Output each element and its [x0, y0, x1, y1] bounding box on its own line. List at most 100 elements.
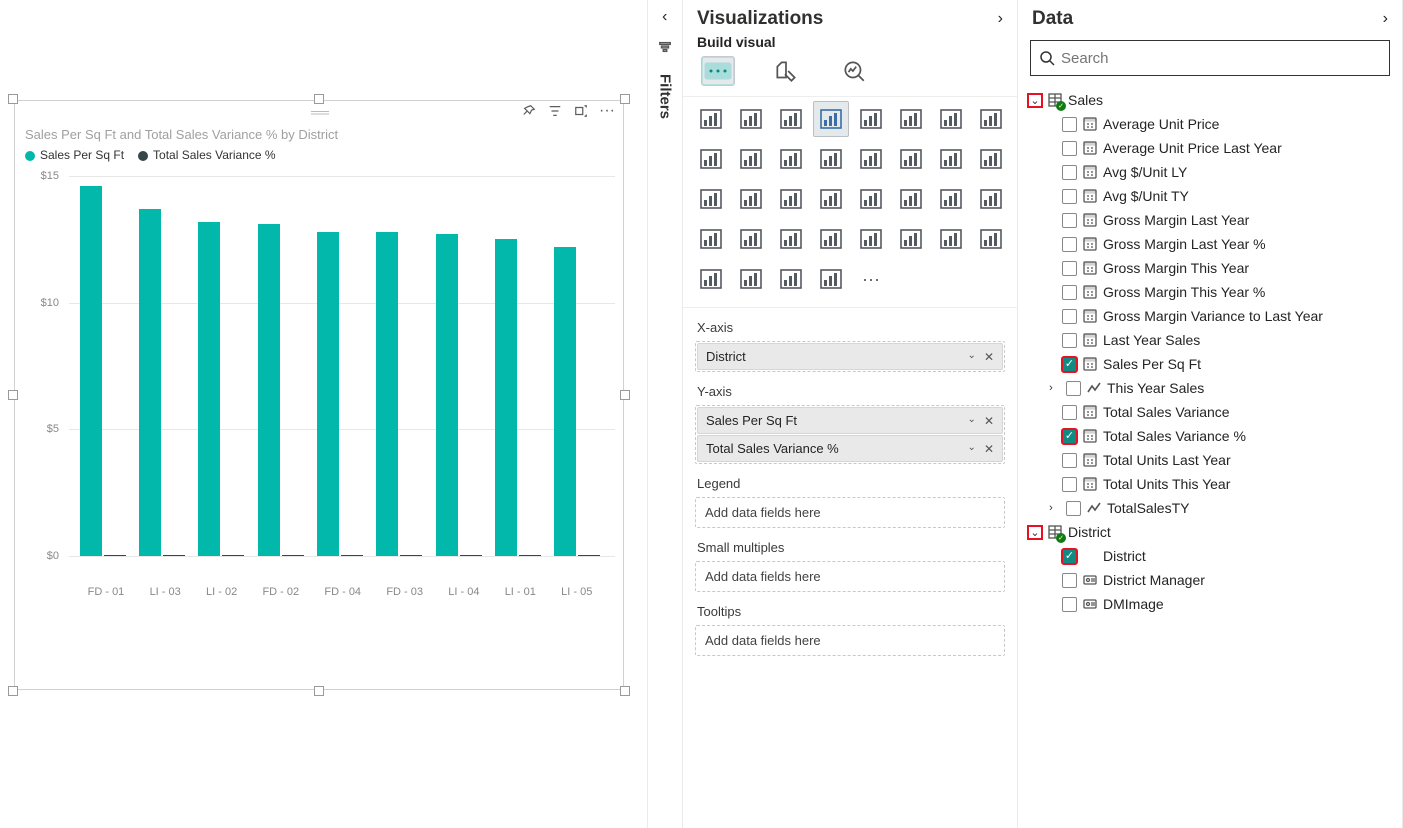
- pill-sales-sqft[interactable]: Sales Per Sq Ft⌄✕: [697, 407, 1003, 434]
- checkbox[interactable]: [1062, 573, 1077, 588]
- field-gross-margin-this-year-[interactable]: Gross Margin This Year %: [1022, 280, 1402, 304]
- bar-series2[interactable]: [400, 555, 422, 556]
- viz-type-kpi[interactable]: [693, 221, 729, 257]
- field-average-unit-price[interactable]: Average Unit Price: [1022, 112, 1402, 136]
- field-gross-margin-last-year-[interactable]: Gross Margin Last Year %: [1022, 232, 1402, 256]
- bar-series2[interactable]: [341, 555, 363, 556]
- checkbox[interactable]: [1066, 501, 1081, 516]
- checkbox[interactable]: [1062, 309, 1077, 324]
- field-total-units-this-year[interactable]: Total Units This Year: [1022, 472, 1402, 496]
- bar-group[interactable]: [312, 232, 367, 556]
- chevron-down-icon[interactable]: ⌄: [968, 442, 976, 456]
- viz-type-azure-map[interactable]: [853, 181, 889, 217]
- viz-type-treemap[interactable]: [733, 181, 769, 217]
- well-xaxis[interactable]: District⌄✕: [695, 341, 1005, 372]
- collapse-data-icon[interactable]: ›: [1383, 10, 1388, 28]
- bar-group[interactable]: [490, 239, 545, 556]
- viz-type-clustered-bar[interactable]: [733, 101, 769, 137]
- tab-build[interactable]: [701, 56, 735, 86]
- viz-type-filled-map[interactable]: [813, 181, 849, 217]
- checkbox[interactable]: [1062, 405, 1077, 420]
- field-last-year-sales[interactable]: Last Year Sales: [1022, 328, 1402, 352]
- table-sales[interactable]: ⌄✓Sales: [1022, 88, 1402, 112]
- checkbox[interactable]: [1062, 117, 1077, 132]
- bar-series2[interactable]: [460, 555, 482, 556]
- field-average-unit-price-last-year[interactable]: Average Unit Price Last Year: [1022, 136, 1402, 160]
- remove-icon[interactable]: ✕: [984, 414, 994, 428]
- viz-type-gauge[interactable]: [893, 181, 929, 217]
- field-gross-margin-variance-to-last-year[interactable]: Gross Margin Variance to Last Year: [1022, 304, 1402, 328]
- viz-type-stacked-100[interactable]: [893, 101, 929, 137]
- field-total-units-last-year[interactable]: Total Units Last Year: [1022, 448, 1402, 472]
- bar-series1[interactable]: [495, 239, 517, 556]
- bar-group[interactable]: [253, 224, 308, 556]
- viz-type-card[interactable]: [933, 181, 969, 217]
- well-yaxis[interactable]: Sales Per Sq Ft⌄✕ Total Sales Variance %…: [695, 405, 1005, 464]
- bar-series2[interactable]: [222, 555, 244, 556]
- drag-handle-icon[interactable]: ══: [311, 104, 327, 120]
- viz-type-r-visual[interactable]: [853, 221, 889, 257]
- tab-analytics[interactable]: [837, 56, 871, 86]
- bar-series1[interactable]: [80, 186, 102, 556]
- bar-series1[interactable]: [376, 232, 398, 556]
- checkbox[interactable]: [1062, 189, 1077, 204]
- checkbox[interactable]: [1062, 477, 1077, 492]
- chevron-down-icon[interactable]: ⌄: [968, 414, 976, 428]
- viz-type-funnel[interactable]: [893, 141, 929, 177]
- field-this-year-sales[interactable]: ›This Year Sales: [1022, 376, 1402, 400]
- checkbox[interactable]: [1062, 597, 1077, 612]
- bar-series1[interactable]: [317, 232, 339, 556]
- viz-type-stacked-bar-h[interactable]: [773, 101, 809, 137]
- viz-type-map[interactable]: [773, 181, 809, 217]
- viz-type-stacked-bar[interactable]: [693, 101, 729, 137]
- checkbox[interactable]: [1062, 453, 1077, 468]
- viz-type-power-automate[interactable]: [813, 261, 849, 297]
- checkbox[interactable]: [1062, 285, 1077, 300]
- remove-icon[interactable]: ✕: [984, 442, 994, 456]
- viz-type-ribbon[interactable]: [813, 141, 849, 177]
- viz-type-multi-card[interactable]: [973, 181, 1009, 217]
- chevron-down-icon[interactable]: ⌄: [968, 350, 976, 364]
- checkbox[interactable]: [1062, 237, 1077, 252]
- more-icon[interactable]: ···: [599, 103, 615, 119]
- viz-type-power-apps[interactable]: [773, 261, 809, 297]
- bar-group[interactable]: [75, 186, 130, 556]
- bar-series2[interactable]: [282, 555, 304, 556]
- viz-type-line[interactable]: [933, 101, 969, 137]
- focus-icon[interactable]: [573, 103, 589, 119]
- field-totalsalesty[interactable]: ›TotalSalesTY: [1022, 496, 1402, 520]
- viz-type-key-influencers[interactable]: [933, 221, 969, 257]
- bar-series2[interactable]: [519, 555, 541, 556]
- caret-icon[interactable]: ›: [1044, 382, 1058, 394]
- viz-type-waterfall[interactable]: [853, 141, 889, 177]
- caret-icon[interactable]: ›: [1044, 502, 1058, 514]
- viz-type-line-clustered[interactable]: [773, 141, 809, 177]
- bar-series2[interactable]: [163, 555, 185, 556]
- field-avg-unit-ty[interactable]: Avg $/Unit TY: [1022, 184, 1402, 208]
- bar-series2[interactable]: [104, 555, 126, 556]
- remove-icon[interactable]: ✕: [984, 350, 994, 364]
- viz-type-pie[interactable]: [973, 141, 1009, 177]
- checkbox[interactable]: [1062, 165, 1077, 180]
- bar-group[interactable]: [431, 234, 486, 556]
- bar-series1[interactable]: [554, 247, 576, 556]
- checkbox[interactable]: [1062, 549, 1077, 564]
- checkbox[interactable]: [1062, 261, 1077, 276]
- bar-series1[interactable]: [436, 234, 458, 556]
- bar-group[interactable]: [372, 232, 427, 556]
- viz-type-scatter[interactable]: [933, 141, 969, 177]
- field-avg-unit-ly[interactable]: Avg $/Unit LY: [1022, 160, 1402, 184]
- pill-district[interactable]: District⌄✕: [697, 343, 1003, 370]
- collapse-viz-icon[interactable]: ›: [998, 10, 1003, 28]
- chart-visual[interactable]: ══ ··· Sales Per Sq Ft and Total Sales V…: [14, 100, 624, 690]
- viz-type-table[interactable]: [773, 221, 809, 257]
- tab-format[interactable]: [769, 56, 803, 86]
- search-box[interactable]: [1030, 40, 1390, 76]
- well-tooltips[interactable]: Add data fields here: [695, 625, 1005, 656]
- field-district-manager[interactable]: District Manager: [1022, 568, 1402, 592]
- field-gross-margin-this-year[interactable]: Gross Margin This Year: [1022, 256, 1402, 280]
- checkbox[interactable]: [1062, 357, 1077, 372]
- pin-icon[interactable]: [521, 103, 537, 119]
- viz-type-line-stacked[interactable]: [733, 141, 769, 177]
- viz-type-more[interactable]: ···: [853, 261, 889, 297]
